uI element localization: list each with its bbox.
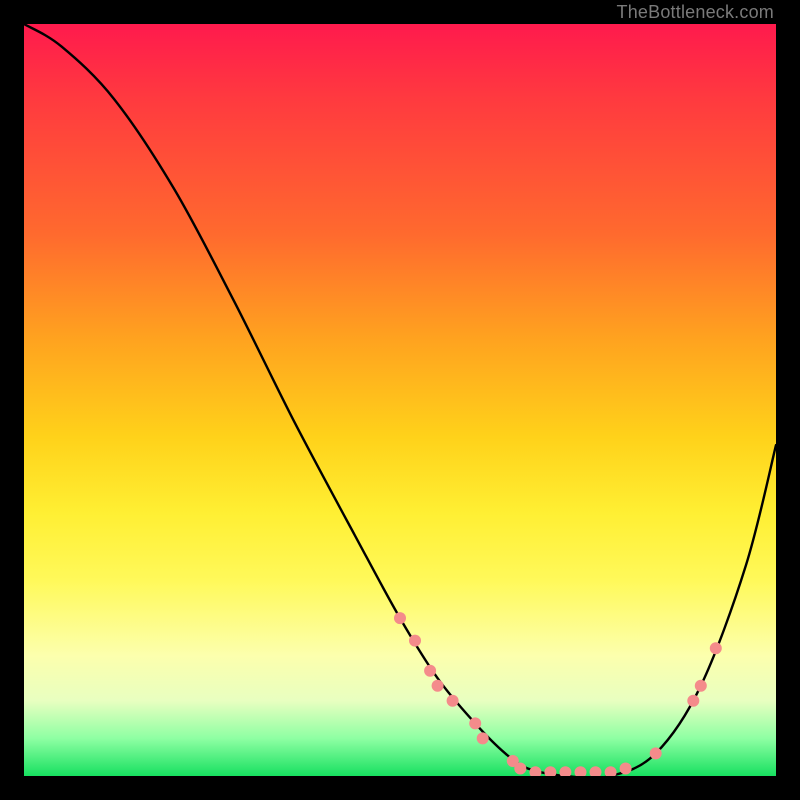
highlight-point [695,680,707,692]
highlight-point [559,766,571,776]
highlight-point [432,680,444,692]
highlight-point [394,612,406,624]
attribution-text: TheBottleneck.com [617,2,774,23]
chart-stage: TheBottleneck.com [0,0,800,800]
chart-svg [24,24,776,776]
plot-area [24,24,776,776]
highlight-point [469,717,481,729]
highlight-point [477,732,489,744]
highlight-point [575,766,587,776]
highlight-point [620,763,632,775]
curve-layer [24,24,776,776]
highlight-point [590,766,602,776]
highlight-point [514,763,526,775]
markers-layer [394,612,722,776]
highlight-point [447,695,459,707]
bottleneck-curve [24,24,776,776]
highlight-point [650,747,662,759]
highlight-point [544,766,556,776]
highlight-point [529,766,541,776]
highlight-point [409,635,421,647]
highlight-point [687,695,699,707]
highlight-point [605,766,617,776]
highlight-point [424,665,436,677]
highlight-point [710,642,722,654]
